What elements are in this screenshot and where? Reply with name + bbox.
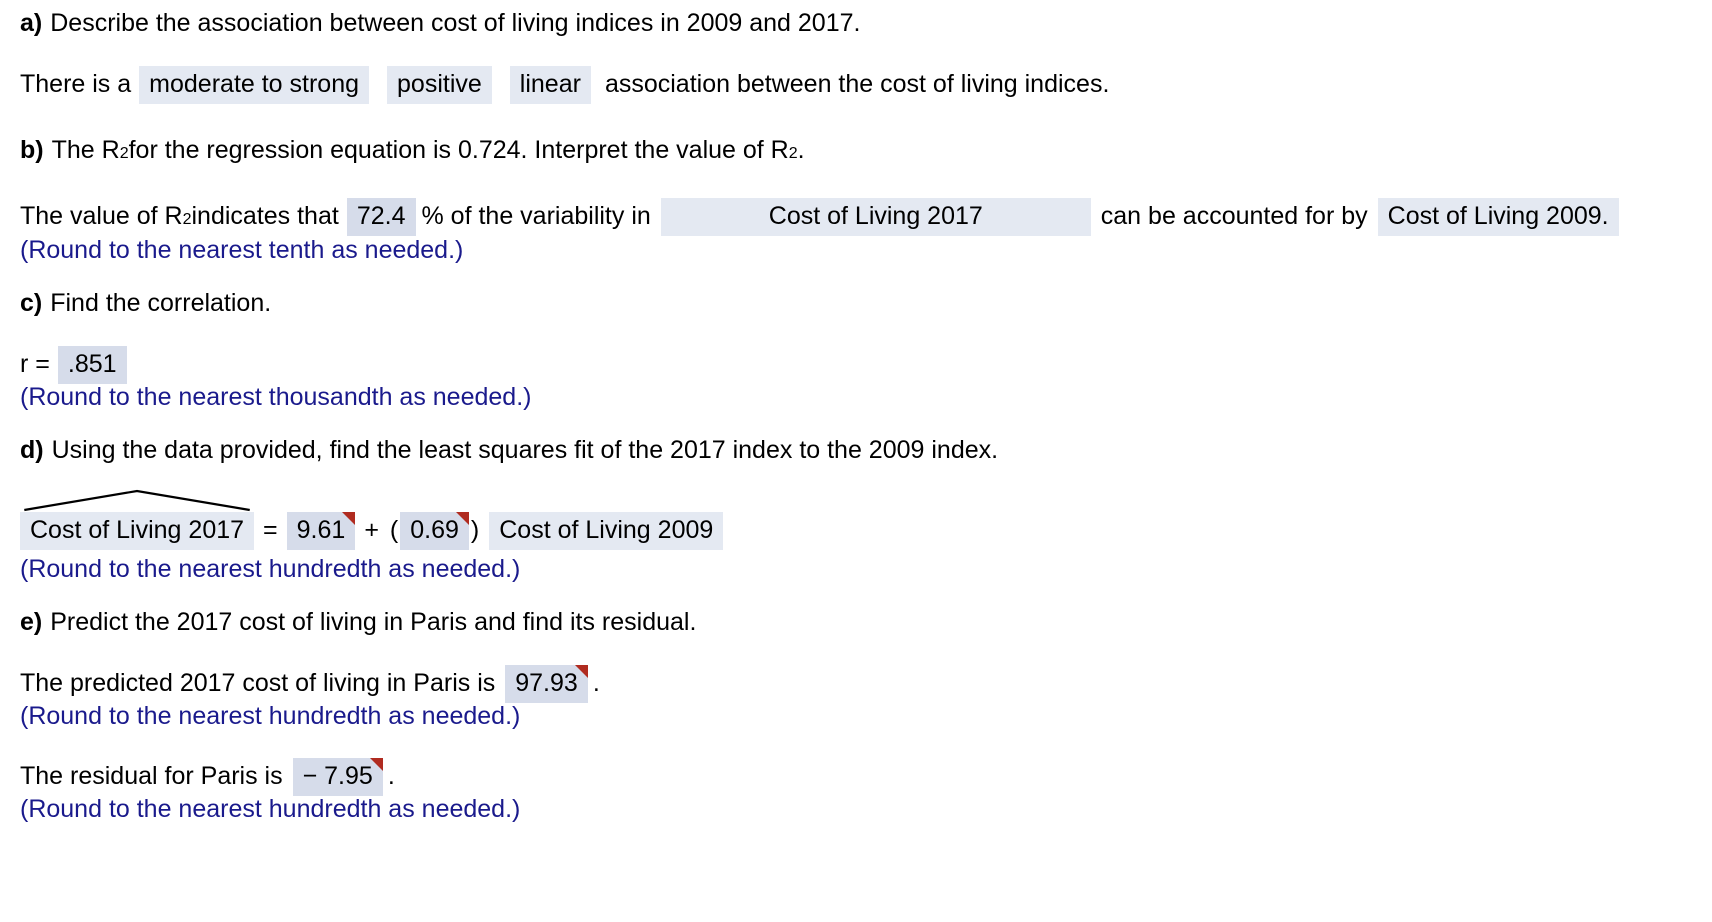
response-variable-with-hat: Cost of Living 2017 — [20, 489, 255, 550]
dropdown-response-variable[interactable]: Cost of Living 2017 — [660, 198, 1091, 236]
equation-equals-sign: = — [263, 516, 278, 544]
predicted-value-input[interactable]: 97.93 — [505, 665, 588, 703]
question-a-text: Describe the association between cost of… — [50, 9, 861, 37]
question-e-text: Predict the 2017 cost of living in Paris… — [50, 608, 697, 636]
dropdown-form[interactable]: linear — [509, 66, 591, 104]
dropdown-direction[interactable]: positive — [387, 66, 492, 104]
exercise-page: a) Describe the association between cost… — [0, 0, 1712, 922]
regression-equation: Cost of Living 2017 = 9.61 + ( 0.69 ) Co… — [20, 489, 724, 550]
predicted-value-row: The predicted 2017 cost of living in Par… — [20, 665, 600, 703]
equation-plus-sign: + — [364, 516, 379, 544]
hat-icon — [20, 486, 254, 512]
question-b-marker: b) — [20, 136, 44, 164]
question-c-answer-row: r = .851 — [20, 346, 127, 384]
intercept-input[interactable]: 9.61 — [286, 512, 356, 550]
question-b-text-2: for the regression equation is 0.724. In… — [128, 136, 789, 164]
residual-rounding-note: (Round to the nearest hundredth as neede… — [20, 795, 521, 823]
residual-input[interactable]: − 7.95 — [292, 758, 384, 796]
correlation-input[interactable]: .851 — [57, 346, 127, 384]
residual-label: The residual for Paris is — [20, 762, 283, 790]
equation-close-paren: ) — [470, 516, 480, 544]
question-d-prompt: d) Using the data provided, find the lea… — [20, 435, 998, 465]
answer-a-suffix: association between the cost of living i… — [604, 70, 1110, 98]
question-a-prompt: a) Describe the association between cost… — [20, 8, 860, 38]
question-e-prompt: e) Predict the 2017 cost of living in Pa… — [20, 607, 696, 637]
question-b-prompt: b) The R2 for the regression equation is… — [20, 136, 805, 164]
equation-explanatory-variable[interactable]: Cost of Living 2009 — [489, 512, 724, 550]
slope-input[interactable]: 0.69 — [400, 512, 469, 550]
equation-response-variable[interactable]: Cost of Living 2017 — [20, 512, 255, 550]
question-b-answer-row: The value of R2 indicates that 72.4 % of… — [20, 198, 1619, 236]
question-c-rounding-note: (Round to the nearest thousandth as need… — [20, 383, 532, 411]
question-e-marker: e) — [20, 608, 43, 636]
answer-b-text-3: % of the variability in — [421, 202, 651, 230]
question-c-marker: c) — [20, 289, 43, 317]
question-b-text-1: The R — [51, 136, 120, 164]
question-c-text: Find the correlation. — [50, 289, 272, 317]
question-a-answer-row: There is a moderate to strong positive l… — [20, 66, 1109, 104]
question-c-prompt: c) Find the correlation. — [20, 288, 271, 318]
residual-row: The residual for Paris is − 7.95 . — [20, 758, 395, 796]
equation-open-paren: ( — [389, 516, 399, 544]
question-b-text-3: . — [797, 136, 805, 164]
predicted-value-period: . — [592, 669, 600, 697]
percent-variability-input[interactable]: 72.4 — [346, 198, 416, 236]
dropdown-strength[interactable]: moderate to strong — [139, 66, 370, 104]
predicted-value-rounding-note: (Round to the nearest hundredth as neede… — [20, 702, 521, 730]
r-label: r = — [20, 350, 50, 378]
question-d-rounding-note: (Round to the nearest hundredth as neede… — [20, 555, 521, 583]
dropdown-explanatory-variable[interactable]: Cost of Living 2009. — [1377, 198, 1619, 236]
question-d-text: Using the data provided, find the least … — [51, 436, 999, 464]
question-b-rounding-note: (Round to the nearest tenth as needed.) — [20, 236, 464, 264]
residual-period: . — [387, 762, 395, 790]
predicted-value-label: The predicted 2017 cost of living in Par… — [20, 669, 496, 697]
question-a-marker: a) — [20, 9, 43, 37]
answer-a-prefix: There is a — [20, 70, 132, 98]
answer-b-text-2: indicates that — [191, 202, 339, 230]
answer-b-text-4: can be accounted for by — [1100, 202, 1368, 230]
question-d-marker: d) — [20, 436, 44, 464]
answer-b-text-1: The value of R — [20, 202, 183, 230]
